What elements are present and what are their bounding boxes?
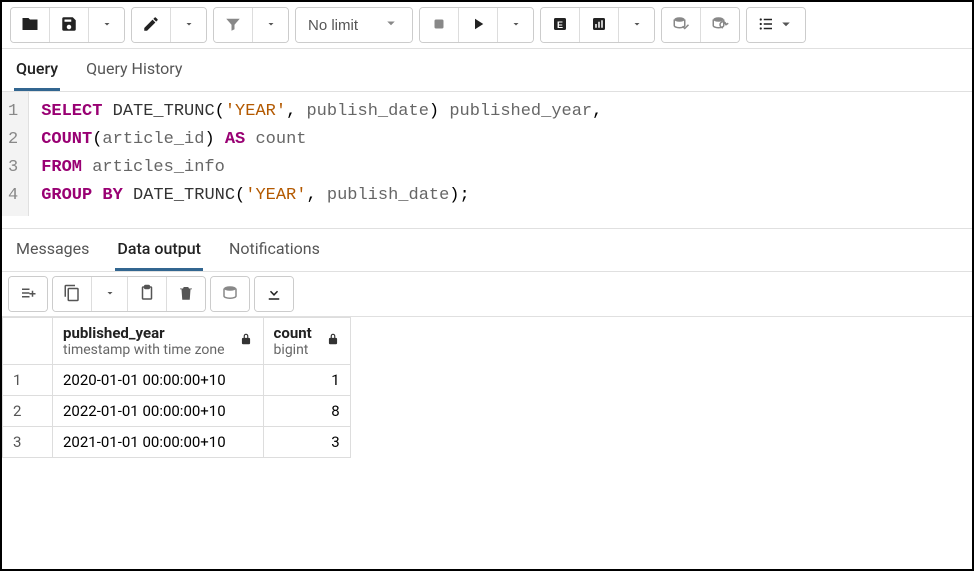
cell-published-year[interactable]: 2022-01-01 00:00:00+10 xyxy=(53,396,264,427)
result-grid: published_year timestamp with time zone … xyxy=(2,317,351,458)
column-header-count[interactable]: count bigint xyxy=(263,318,350,365)
table-row[interactable]: 3 2021-01-01 00:00:00+10 3 xyxy=(3,427,351,458)
paste-button[interactable] xyxy=(127,277,166,311)
filter-icon xyxy=(224,15,242,36)
lock-icon xyxy=(326,332,340,350)
column-header-published-year[interactable]: published_year timestamp with time zone xyxy=(53,318,264,365)
svg-text:E: E xyxy=(557,19,563,29)
folder-icon xyxy=(21,15,39,36)
open-file-button[interactable] xyxy=(11,8,49,42)
row-limit-select[interactable]: No limit xyxy=(296,8,412,42)
commit-button[interactable] xyxy=(662,8,700,42)
filter-button[interactable] xyxy=(214,8,252,42)
column-type: timestamp with time zone xyxy=(63,342,225,358)
lock-icon xyxy=(239,332,253,350)
database-rollback-icon xyxy=(711,15,729,36)
result-tabs: Messages Data output Notifications xyxy=(2,229,972,272)
row-number: 3 xyxy=(3,427,53,458)
table-row[interactable]: 1 2020-01-01 00:00:00+10 1 xyxy=(3,365,351,396)
chevron-down-icon xyxy=(183,18,195,33)
cell-published-year[interactable]: 2021-01-01 00:00:00+10 xyxy=(53,427,264,458)
row-limit-label: No limit xyxy=(308,17,358,34)
row-number: 2 xyxy=(3,396,53,427)
macros-button[interactable] xyxy=(747,8,805,42)
edit-dropdown-button[interactable] xyxy=(170,8,206,42)
database-save-icon xyxy=(221,284,239,305)
main-toolbar: No limit E xyxy=(2,2,972,49)
line-number: 4 xyxy=(8,182,18,210)
cell-count[interactable]: 8 xyxy=(263,396,350,427)
stop-icon xyxy=(430,15,448,36)
play-icon xyxy=(469,15,487,36)
data-output-toolbar xyxy=(2,272,972,317)
execute-dropdown-button[interactable] xyxy=(497,8,533,42)
edit-button[interactable] xyxy=(132,8,170,42)
column-name: published_year xyxy=(63,324,225,342)
chevron-down-icon xyxy=(510,18,522,33)
bar-chart-icon xyxy=(590,15,608,36)
explain-button[interactable]: E xyxy=(541,8,579,42)
tab-notifications[interactable]: Notifications xyxy=(227,229,322,271)
cell-count[interactable]: 1 xyxy=(263,365,350,396)
trash-icon xyxy=(177,284,195,305)
chevron-down-icon xyxy=(777,15,795,36)
query-tabs: Query Query History xyxy=(2,49,972,92)
sql-code[interactable]: SELECT DATE_TRUNC('YEAR', publish_date) … xyxy=(29,92,614,216)
save-icon xyxy=(60,15,78,36)
rollback-button[interactable] xyxy=(700,8,739,42)
execute-button[interactable] xyxy=(458,8,497,42)
sql-editor[interactable]: 1 2 3 4 SELECT DATE_TRUNC('YEAR', publis… xyxy=(2,92,972,229)
add-row-button[interactable] xyxy=(9,277,47,311)
list-icon xyxy=(757,15,775,36)
row-number-header xyxy=(3,318,53,365)
chevron-down-icon xyxy=(101,18,113,33)
tab-query-history[interactable]: Query History xyxy=(84,49,184,91)
database-commit-icon xyxy=(672,15,690,36)
add-row-icon xyxy=(19,284,37,305)
explain-icon: E xyxy=(551,15,569,36)
chevron-down-icon xyxy=(265,18,277,33)
save-data-button[interactable] xyxy=(211,277,249,311)
column-name: count xyxy=(274,324,312,342)
copy-icon xyxy=(63,284,81,305)
save-button[interactable] xyxy=(49,8,88,42)
line-number: 3 xyxy=(8,154,18,182)
tab-messages[interactable]: Messages xyxy=(14,229,91,271)
tab-query[interactable]: Query xyxy=(14,49,60,91)
paste-icon xyxy=(138,284,156,305)
copy-button[interactable] xyxy=(53,277,91,311)
chevron-down-icon xyxy=(382,14,400,36)
cell-count[interactable]: 3 xyxy=(263,427,350,458)
cell-published-year[interactable]: 2020-01-01 00:00:00+10 xyxy=(53,365,264,396)
line-number: 2 xyxy=(8,126,18,154)
table-row[interactable]: 2 2022-01-01 00:00:00+10 8 xyxy=(3,396,351,427)
stop-button[interactable] xyxy=(420,8,458,42)
copy-dropdown-button[interactable] xyxy=(91,277,127,311)
filter-dropdown-button[interactable] xyxy=(252,8,288,42)
row-number: 1 xyxy=(3,365,53,396)
download-button[interactable] xyxy=(255,277,293,311)
column-type: bigint xyxy=(274,342,312,358)
line-gutter: 1 2 3 4 xyxy=(2,92,29,216)
delete-row-button[interactable] xyxy=(166,277,205,311)
save-dropdown-button[interactable] xyxy=(88,8,124,42)
chevron-down-icon xyxy=(104,287,116,302)
explain-analyze-button[interactable] xyxy=(579,8,618,42)
pencil-icon xyxy=(142,15,160,36)
tab-data-output[interactable]: Data output xyxy=(115,229,203,271)
download-icon xyxy=(265,284,283,305)
explain-dropdown-button[interactable] xyxy=(618,8,654,42)
chevron-down-icon xyxy=(631,18,643,33)
line-number: 1 xyxy=(8,98,18,126)
